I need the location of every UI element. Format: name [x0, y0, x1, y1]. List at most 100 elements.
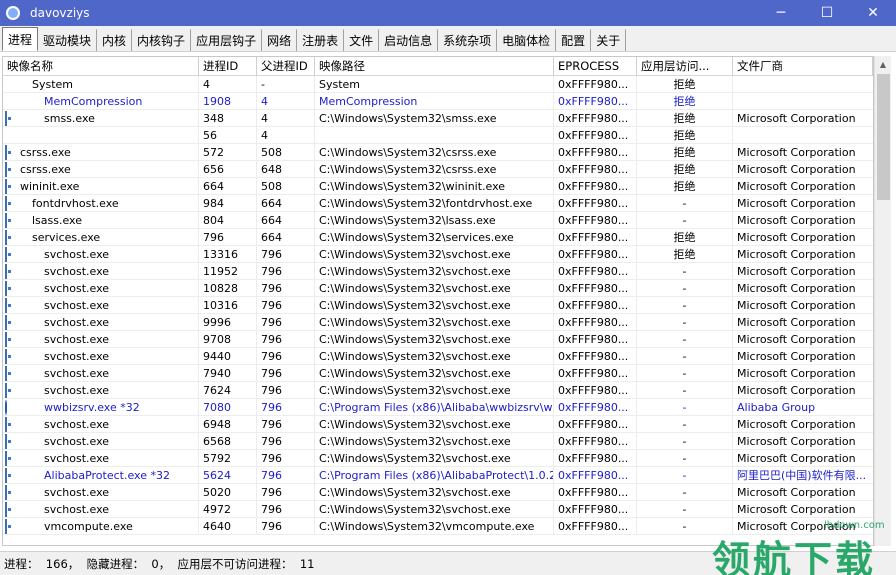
table-row[interactable]: services.exe 796 664 C:\Windows\System32\se…: [3, 229, 873, 246]
tab-7[interactable]: 文件: [344, 29, 380, 51]
column-header-0[interactable]: 映像名称: [3, 57, 199, 76]
table-row[interactable]: svchost.exe 9708 796 C:\Windows\System32\sv…: [3, 331, 873, 348]
process-icon: [5, 314, 7, 330]
image-name-text: svchost.exe: [44, 315, 110, 329]
tab-6[interactable]: 注册表: [297, 29, 345, 51]
process-icon-slot: [5, 178, 20, 194]
minimize-button[interactable]: ─: [758, 0, 804, 26]
cell-ppid: 796: [257, 297, 315, 313]
table-row[interactable]: smss.exe 348 4 C:\Windows\System32\smss.exe…: [3, 110, 873, 127]
cell-ppid: 796: [257, 518, 315, 534]
cell-path: C:\Windows\System32\svchost.exe: [315, 382, 554, 398]
cell-eprocess: 0xFFFF980...: [554, 297, 637, 313]
cell-ppid: 796: [257, 280, 315, 296]
cell-image-name: svchost.exe: [3, 263, 199, 279]
table-header: 映像名称 进程ID 父进程ID 映像路径 EPROCESS 应用层访问... 文件厂商: [3, 57, 873, 76]
tab-0[interactable]: 进程: [2, 27, 39, 51]
process-icon: [5, 195, 7, 211]
table-row[interactable]: svchost.exe 7624 796 C:\Windows\System32\sv…: [3, 382, 873, 399]
cell-image-name: services.exe: [3, 229, 199, 245]
process-icon-slot: [5, 110, 20, 126]
cell-pid: 10316: [199, 297, 257, 313]
table-row[interactable]: svchost.exe 5020 796 C:\Windows\System32\sv…: [3, 484, 873, 501]
image-name-text: svchost.exe: [44, 417, 110, 431]
watermark-text: 领航下载: [712, 538, 877, 575]
tab-3[interactable]: 内核钩子: [132, 29, 192, 51]
cell-access: -: [637, 433, 733, 449]
table-row[interactable]: AlibabaProtect.exe *32 5624 796 C:\Program …: [3, 467, 873, 484]
column-header-1[interactable]: 进程ID: [199, 57, 257, 76]
cell-path: C:\Program Files (x86)\AlibabaProtect\1.…: [315, 467, 554, 483]
cell-access: -: [637, 297, 733, 313]
maximize-button[interactable]: ☐: [804, 0, 850, 26]
cell-image-name: svchost.exe: [3, 416, 199, 432]
cell-image-name: wwbizsrv.exe *32: [3, 399, 199, 415]
image-name-text: svchost.exe: [44, 485, 110, 499]
scroll-thumb[interactable]: [877, 74, 890, 200]
column-header-4[interactable]: EPROCESS: [554, 57, 637, 76]
table-row[interactable]: svchost.exe 6948 796 C:\Windows\System32\sv…: [3, 416, 873, 433]
tab-12[interactable]: 关于: [591, 29, 627, 51]
table-row[interactable]: svchost.exe 13316 796 C:\Windows\System32\s…: [3, 246, 873, 263]
tab-4[interactable]: 应用层钩子: [191, 29, 263, 51]
cell-path: C:\Windows\System32\svchost.exe: [315, 433, 554, 449]
window-controls: ─ ☐ ✕: [758, 0, 896, 26]
table-row[interactable]: lsass.exe 804 664 C:\Windows\System32\lsass…: [3, 212, 873, 229]
cell-pid: 6948: [199, 416, 257, 432]
table-row[interactable]: 56 4 0xFFFF980... 拒绝: [3, 127, 873, 144]
column-header-3[interactable]: 映像路径: [315, 57, 554, 76]
column-header-5[interactable]: 应用层访问...: [637, 57, 733, 76]
column-header-2[interactable]: 父进程ID: [257, 57, 315, 76]
process-icon-slot: [5, 263, 20, 279]
cell-vendor: Microsoft Corporation: [737, 384, 856, 397]
cell-access: 拒绝: [637, 127, 733, 143]
table-row[interactable]: svchost.exe 11952 796 C:\Windows\System32\s…: [3, 263, 873, 280]
process-icon-slot: [5, 246, 20, 262]
cell-vendor: Microsoft Corporation: [737, 214, 856, 227]
cell-ppid: 796: [257, 467, 315, 483]
process-icon-slot: [5, 297, 20, 313]
table-row[interactable]: svchost.exe 9440 796 C:\Windows\System32\sv…: [3, 348, 873, 365]
vertical-scrollbar[interactable]: ▲: [874, 56, 891, 546]
cell-path: C:\Windows\System32\svchost.exe: [315, 450, 554, 466]
table-row[interactable]: wwbizsrv.exe *32 7080 796 C:\Program Files …: [3, 399, 873, 416]
cell-path: C:\Windows\System32\svchost.exe: [315, 484, 554, 500]
table-row[interactable]: MemCompression 1908 4 MemCompression 0xFFFF9…: [3, 93, 873, 110]
table-row[interactable]: System 4- System 0xFFFF980... 拒绝: [3, 76, 873, 93]
tab-1[interactable]: 驱动模块: [38, 29, 98, 51]
cell-eprocess: 0xFFFF980...: [554, 467, 637, 483]
cell-ppid: 796: [257, 416, 315, 432]
table-row[interactable]: fontdrvhost.exe 984 664 C:\Windows\System32…: [3, 195, 873, 212]
cell-vendor: Microsoft Corporation: [737, 316, 856, 329]
column-header-6[interactable]: 文件厂商: [733, 57, 873, 76]
cell-eprocess: 0xFFFF980...: [554, 127, 637, 143]
table-row[interactable]: svchost.exe 7940 796 C:\Windows\System32\sv…: [3, 365, 873, 382]
cell-vendor: 阿里巴巴(中国)软件有限...: [737, 469, 867, 482]
image-name-text: AlibabaProtect.exe *32: [44, 468, 170, 482]
scroll-up-icon[interactable]: ▲: [875, 56, 891, 73]
tab-2[interactable]: 内核: [97, 29, 133, 51]
table-row[interactable]: svchost.exe 5792 796 C:\Windows\System32\sv…: [3, 450, 873, 467]
process-icon: [5, 450, 7, 466]
cell-access: 拒绝: [637, 110, 733, 126]
cell-path: C:\Windows\System32\services.exe: [315, 229, 554, 245]
cell-image-name: svchost.exe: [3, 246, 199, 262]
table-row[interactable]: svchost.exe 6568 796 C:\Windows\System32\sv…: [3, 433, 873, 450]
table-row[interactable]: csrss.exe 656 648 C:\Windows\System32\csrss…: [3, 161, 873, 178]
table-row[interactable]: wininit.exe 664 508 C:\Windows\System32\win…: [3, 178, 873, 195]
tab-11[interactable]: 配置: [556, 29, 592, 51]
process-icon-slot: [5, 484, 20, 500]
cell-image-name: wininit.exe: [3, 178, 199, 194]
tab-9[interactable]: 系统杂项: [438, 29, 498, 51]
cell-pid: 664: [199, 178, 257, 194]
tab-10[interactable]: 电脑体检: [497, 29, 557, 51]
table-row[interactable]: svchost.exe 10828 796 C:\Windows\System32\s…: [3, 280, 873, 297]
table-row[interactable]: svchost.exe 4972 796 C:\Windows\System32\sv…: [3, 501, 873, 518]
table-row[interactable]: csrss.exe 572 508 C:\Windows\System32\csrss…: [3, 144, 873, 161]
table-row[interactable]: svchost.exe 9996 796 C:\Windows\System32\sv…: [3, 314, 873, 331]
close-button[interactable]: ✕: [850, 0, 896, 26]
cell-eprocess: 0xFFFF980...: [554, 263, 637, 279]
tab-5[interactable]: 网络: [262, 29, 298, 51]
table-row[interactable]: svchost.exe 10316 796 C:\Windows\System32\s…: [3, 297, 873, 314]
tab-8[interactable]: 启动信息: [379, 29, 439, 51]
